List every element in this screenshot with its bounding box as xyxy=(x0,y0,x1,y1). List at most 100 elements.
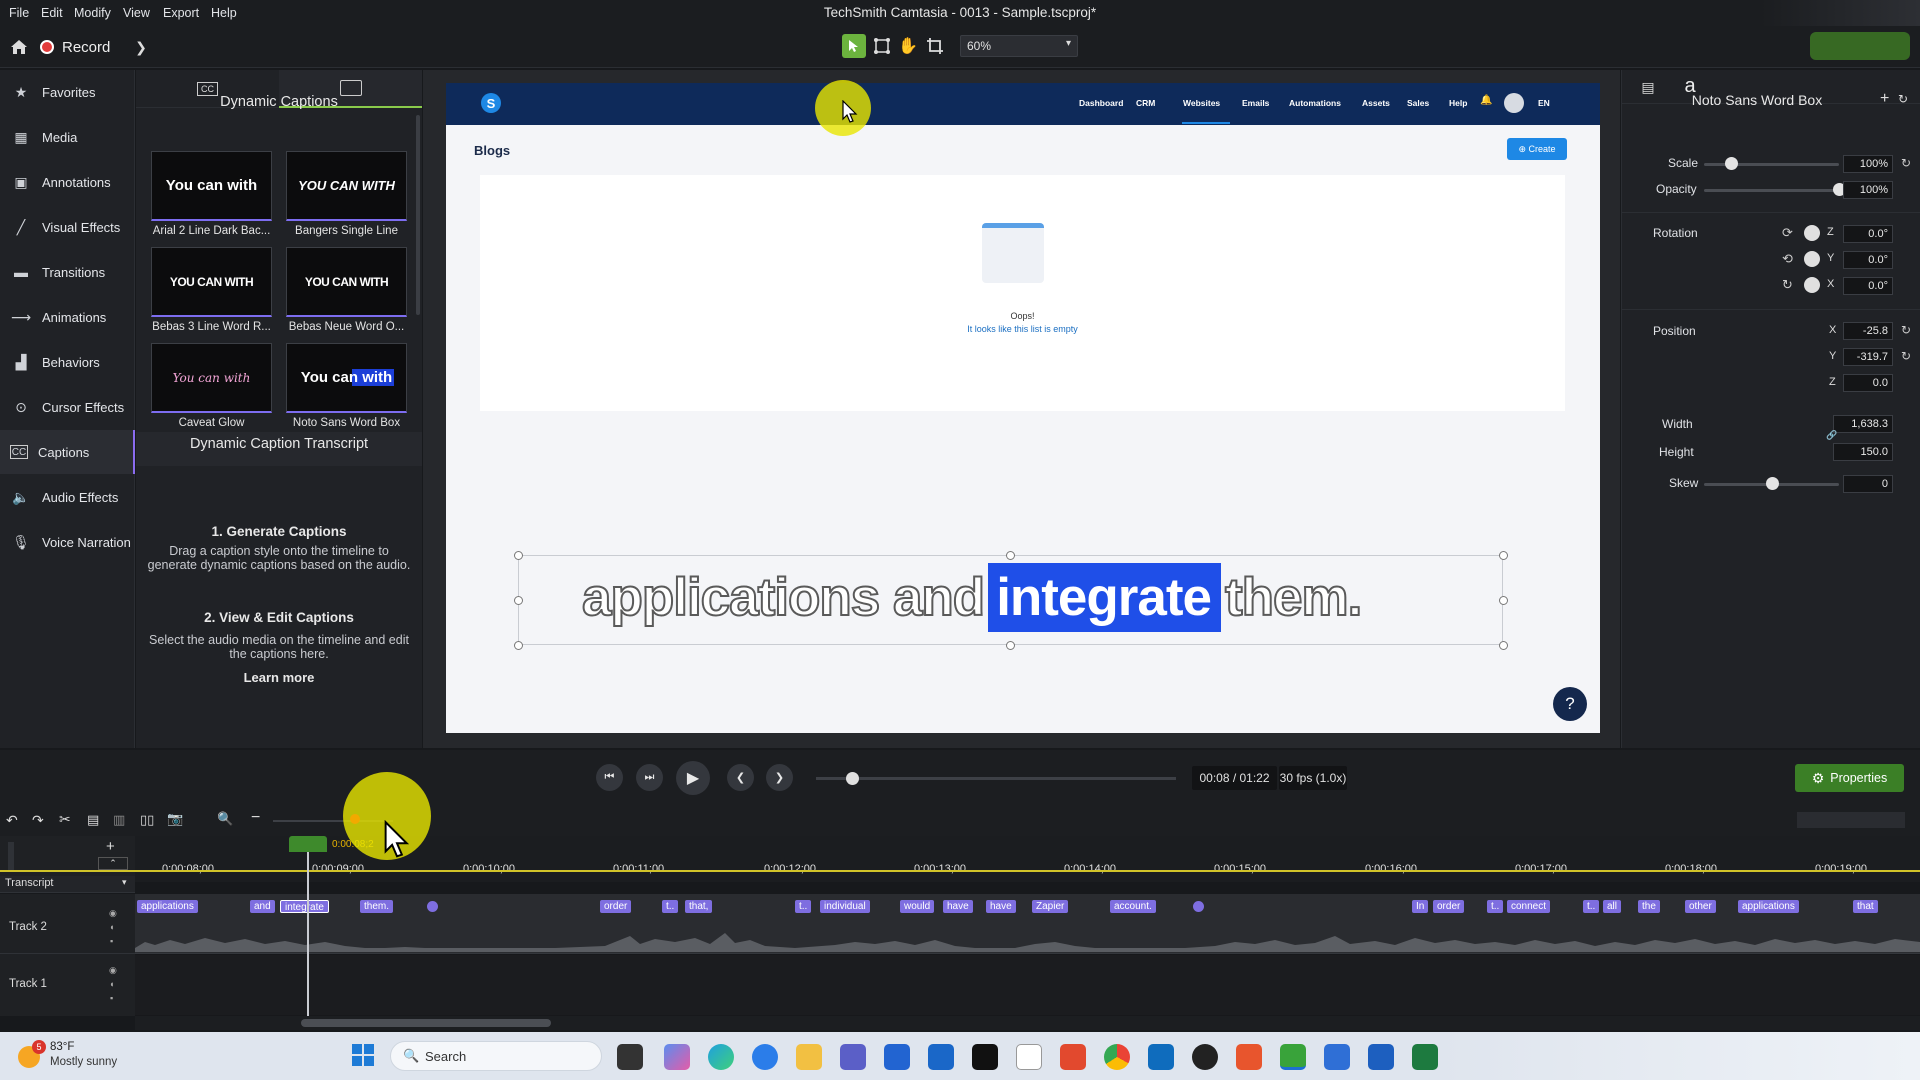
lock-icon[interactable]: ▪ xyxy=(110,993,113,1003)
caption-word[interactable]: other xyxy=(1685,900,1716,913)
select-tool-icon[interactable] xyxy=(842,34,866,58)
store-icon[interactable] xyxy=(884,1044,910,1070)
caption-word[interactable]: applications xyxy=(137,900,198,913)
resize-handle[interactable] xyxy=(514,596,523,605)
track-2-lane[interactable]: applications and integrate them. order t… xyxy=(135,894,1920,954)
zoom-search-icon[interactable]: 🔍 xyxy=(217,811,233,827)
caption-gap-marker[interactable] xyxy=(1193,901,1204,912)
caption-word[interactable]: applications xyxy=(1738,900,1799,913)
caption-style-arial[interactable]: You can with Arial 2 Line Dark Bac... xyxy=(151,151,272,239)
transcript-track-header[interactable]: Transcript ▾ xyxy=(0,876,135,893)
caption-word[interactable]: t.. xyxy=(662,900,679,913)
play-icon[interactable]: ▶ xyxy=(676,761,710,795)
nav-animations[interactable]: ⟶ Animations xyxy=(0,295,135,339)
nav-behaviors[interactable]: ▟ Behaviors xyxy=(0,340,135,384)
chrome-icon[interactable] xyxy=(1104,1044,1130,1070)
add-property-icon[interactable]: + xyxy=(1880,90,1889,108)
timeline-options[interactable] xyxy=(1797,812,1905,828)
audio-icon[interactable]: ◖ xyxy=(109,979,114,989)
cut-icon[interactable]: ✂ xyxy=(59,811,71,828)
caption-word[interactable]: have xyxy=(943,900,973,913)
step-forward-icon[interactable]: ⏭ xyxy=(636,764,663,791)
caption-word[interactable]: t.. xyxy=(1583,900,1600,913)
caption-gap-marker[interactable] xyxy=(427,901,438,912)
previous-clip-icon[interactable]: ❮ xyxy=(727,764,754,791)
file-explorer-icon[interactable] xyxy=(796,1044,822,1070)
track-header-1[interactable]: Track 1 ◉ ◖ ▪ xyxy=(0,955,135,1015)
caption-overlay[interactable]: applications and integrate them. xyxy=(514,551,1508,650)
library-scrollbar[interactable] xyxy=(416,115,420,315)
nav-favorites[interactable]: ★ Favorites xyxy=(0,70,135,114)
caption-style-bangers[interactable]: YOU CAN WITH Bangers Single Line xyxy=(286,151,407,239)
system-tray[interactable] xyxy=(1440,1032,1920,1080)
scale-slider-knob[interactable] xyxy=(1725,157,1738,170)
rotation-y-input[interactable]: 0.0° xyxy=(1843,251,1893,269)
nav-media[interactable]: ▦ Media xyxy=(0,115,135,159)
caption-word[interactable]: individual xyxy=(820,900,870,913)
reset-icon[interactable]: ↻ xyxy=(1901,349,1911,363)
snapshot-icon[interactable]: 📷 xyxy=(167,811,183,827)
notepad-icon[interactable] xyxy=(1016,1044,1042,1070)
rotation-dial-x[interactable] xyxy=(1804,277,1820,293)
resize-handle[interactable] xyxy=(1006,641,1015,650)
caption-word[interactable]: all xyxy=(1603,900,1622,913)
app-icon[interactable] xyxy=(1192,1044,1218,1070)
scrubber-knob[interactable] xyxy=(846,772,859,785)
chevron-right-icon[interactable]: ❯ xyxy=(133,36,149,58)
position-x-input[interactable]: -25.8 xyxy=(1843,322,1893,340)
snagit-icon[interactable] xyxy=(1060,1044,1086,1070)
teams-icon[interactable] xyxy=(840,1044,866,1070)
caret-down-icon[interactable]: ▾ xyxy=(122,877,127,888)
fps-display[interactable]: 30 fps (1.0x) xyxy=(1279,766,1347,790)
camtasia-recorder-icon[interactable] xyxy=(1236,1044,1262,1070)
help-app-icon[interactable] xyxy=(752,1044,778,1070)
caption-word[interactable]: In xyxy=(1412,900,1429,913)
caption-word[interactable]: the xyxy=(1638,900,1660,913)
rotation-x-input[interactable]: 0.0° xyxy=(1843,277,1893,295)
copilot-icon[interactable] xyxy=(664,1044,690,1070)
caption-word[interactable]: t.. xyxy=(1487,900,1504,913)
collapse-icon[interactable]: ⌃ xyxy=(98,857,128,870)
undo-icon[interactable]: ↶ xyxy=(6,812,18,829)
rotation-dial-z[interactable] xyxy=(1804,225,1820,241)
scrubber-track[interactable] xyxy=(816,777,1176,780)
hand-tool-icon[interactable]: ✋ xyxy=(896,34,920,58)
nav-voice-narration[interactable]: 🎙 Voice Narration xyxy=(0,520,135,564)
caption-word[interactable]: order xyxy=(1433,900,1465,913)
caption-word[interactable]: them. xyxy=(360,900,394,913)
playhead-handle[interactable] xyxy=(289,836,327,852)
redo-icon[interactable]: ↷ xyxy=(32,812,44,829)
export-button[interactable] xyxy=(1810,32,1910,60)
caption-word[interactable]: account. xyxy=(1110,900,1156,913)
remote-desktop-icon[interactable] xyxy=(928,1044,954,1070)
edge-icon[interactable] xyxy=(708,1044,734,1070)
learn-more-link[interactable]: Learn more xyxy=(136,670,422,685)
track-height-slider[interactable] xyxy=(8,842,14,872)
lock-icon[interactable]: ▪ xyxy=(110,936,113,946)
track-header-2[interactable]: Track 2 ◉ ◖ ▪ xyxy=(0,894,135,954)
caption-style-caveat-glow[interactable]: You can with Caveat Glow xyxy=(151,343,272,431)
nav-visual-effects[interactable]: ╱ Visual Effects xyxy=(0,205,135,249)
resize-handle[interactable] xyxy=(514,641,523,650)
opacity-input[interactable]: 100% xyxy=(1843,181,1893,199)
timeline-ruler[interactable]: + ⌃ 0:00:08;00 0:00:09;00 0:00:10;00 0:0… xyxy=(0,836,1920,882)
reset-icon[interactable]: ↻ xyxy=(1901,323,1911,337)
caption-word[interactable]: that xyxy=(1853,900,1878,913)
caption-style-bebas-neue[interactable]: YOU CAN WITH Bebas Neue Word O... xyxy=(286,247,407,335)
nav-transitions[interactable]: ▬ Transitions xyxy=(0,250,135,294)
zoom-dropdown[interactable]: 60% ▾ xyxy=(960,35,1078,57)
word-icon[interactable] xyxy=(1368,1044,1394,1070)
taskbar-search[interactable]: 🔍 Search xyxy=(390,1041,602,1071)
caption-word[interactable]: that, xyxy=(685,900,713,913)
resize-handle[interactable] xyxy=(1499,551,1508,560)
nav-audio-effects[interactable]: 🔈 Audio Effects xyxy=(0,475,135,519)
resize-handle[interactable] xyxy=(1499,641,1508,650)
split-icon[interactable]: ▯▯ xyxy=(140,812,154,828)
scale-input[interactable]: 100% xyxy=(1843,155,1893,173)
caption-word[interactable]: and xyxy=(250,900,275,913)
caption-word[interactable]: Zapier xyxy=(1032,900,1069,913)
eye-icon[interactable]: ◉ xyxy=(109,965,117,976)
zoom-out-icon[interactable]: − xyxy=(251,809,260,827)
timeline-tracks[interactable]: applications and integrate them. order t… xyxy=(135,894,1920,1016)
caption-word[interactable]: have xyxy=(986,900,1016,913)
